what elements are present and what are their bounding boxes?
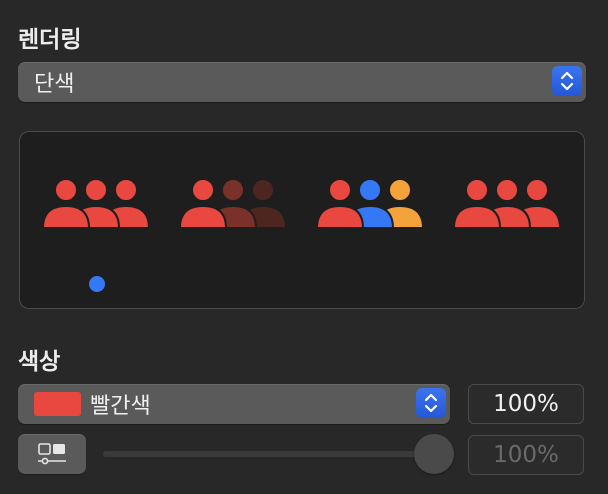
secondary-opacity-field: 100% bbox=[468, 435, 584, 475]
preview-palette[interactable] bbox=[315, 178, 425, 234]
rendering-mode-popup[interactable]: 단색 bbox=[18, 62, 586, 102]
rendering-section-title: 렌더링 bbox=[18, 27, 82, 53]
person-3-fill-icon bbox=[315, 178, 425, 229]
preview-monochrome[interactable] bbox=[41, 178, 151, 234]
person-figure bbox=[178, 178, 228, 229]
selected-indicator-dot bbox=[89, 276, 105, 292]
color-value: 빨간색 bbox=[90, 394, 151, 419]
person-3-fill-icon bbox=[178, 178, 288, 229]
secondary-slider-track[interactable] bbox=[103, 451, 437, 457]
opacity-field[interactable]: 100% bbox=[468, 384, 584, 424]
person-3-fill-icon bbox=[41, 178, 151, 229]
rendering-mode-value: 단색 bbox=[34, 72, 75, 97]
secondary-slider-knob[interactable] bbox=[414, 434, 454, 474]
preview-hierarchical[interactable] bbox=[178, 178, 288, 234]
layout-toggle-button[interactable] bbox=[18, 434, 86, 474]
rendering-preview-panel bbox=[19, 131, 585, 309]
preview-multicolor[interactable] bbox=[452, 178, 562, 234]
color-swatch bbox=[34, 392, 81, 416]
person-3-fill-icon bbox=[452, 178, 562, 229]
chevron-up-down-icon bbox=[552, 66, 582, 96]
layout-toggle-icon bbox=[38, 443, 66, 465]
color-section-title: 색상 bbox=[18, 349, 61, 375]
person-figure bbox=[315, 178, 365, 229]
person-figure bbox=[452, 178, 502, 229]
chevron-up-down-icon bbox=[416, 388, 446, 418]
color-popup[interactable]: 빨간색 bbox=[18, 384, 450, 424]
person-figure bbox=[41, 178, 91, 229]
